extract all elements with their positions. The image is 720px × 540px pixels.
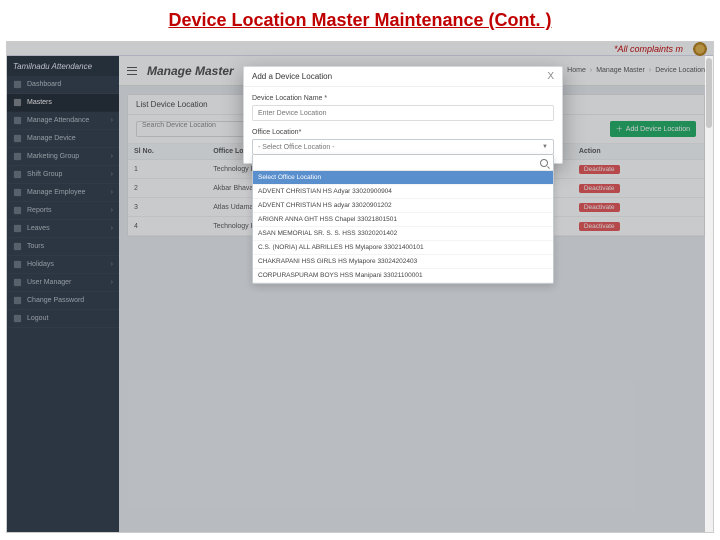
dropdown-option[interactable]: ASAN MEMORIAL SR. S. S. HSS 33020201402 (253, 227, 553, 241)
office-location-select[interactable]: - Select Office Location -▼ (252, 139, 554, 155)
dropdown-option[interactable]: Select Office Location (253, 171, 553, 185)
office-location-dropdown: Select Office LocationADVENT CHRISTIAN H… (252, 155, 554, 284)
app-screenshot: *All complaints m Tamilnadu Attendance D… (6, 41, 714, 533)
chevron-down-icon: ▼ (542, 144, 548, 150)
dropdown-search[interactable] (253, 155, 553, 171)
add-device-location-modal: Add a Device Location X Device Location … (243, 66, 563, 164)
device-name-field[interactable] (252, 105, 554, 121)
dropdown-option[interactable]: C.S. (NORIA) ALL ABRILLES HS Mylapore 33… (253, 241, 553, 255)
office-location-label: Office Location* (252, 129, 554, 136)
modal-title: Add a Device Location (252, 72, 332, 81)
search-icon (540, 159, 548, 167)
scrollbar-thumb[interactable] (706, 58, 712, 128)
dropdown-option[interactable]: ARIGNR ANNA GHT HSS Chapel 33021801501 (253, 213, 553, 227)
scrollbar[interactable] (705, 56, 713, 532)
dropdown-option[interactable]: ADVENT CHRISTIAN HS Adyar 33020900904 (253, 185, 553, 199)
device-name-label: Device Location Name * (252, 95, 554, 102)
close-icon[interactable]: X (547, 71, 554, 82)
slide-title: Device Location Master Maintenance (Cont… (0, 0, 720, 35)
dropdown-option[interactable]: ADVENT CHRISTIAN HS adyar 33020901202 (253, 199, 553, 213)
dropdown-option[interactable]: CHAKRAPANI HSS GIRLS HS Mylapore 3302420… (253, 255, 553, 269)
dropdown-option[interactable]: CORPURASPURAM BOYS HSS Manipani 33021100… (253, 269, 553, 283)
